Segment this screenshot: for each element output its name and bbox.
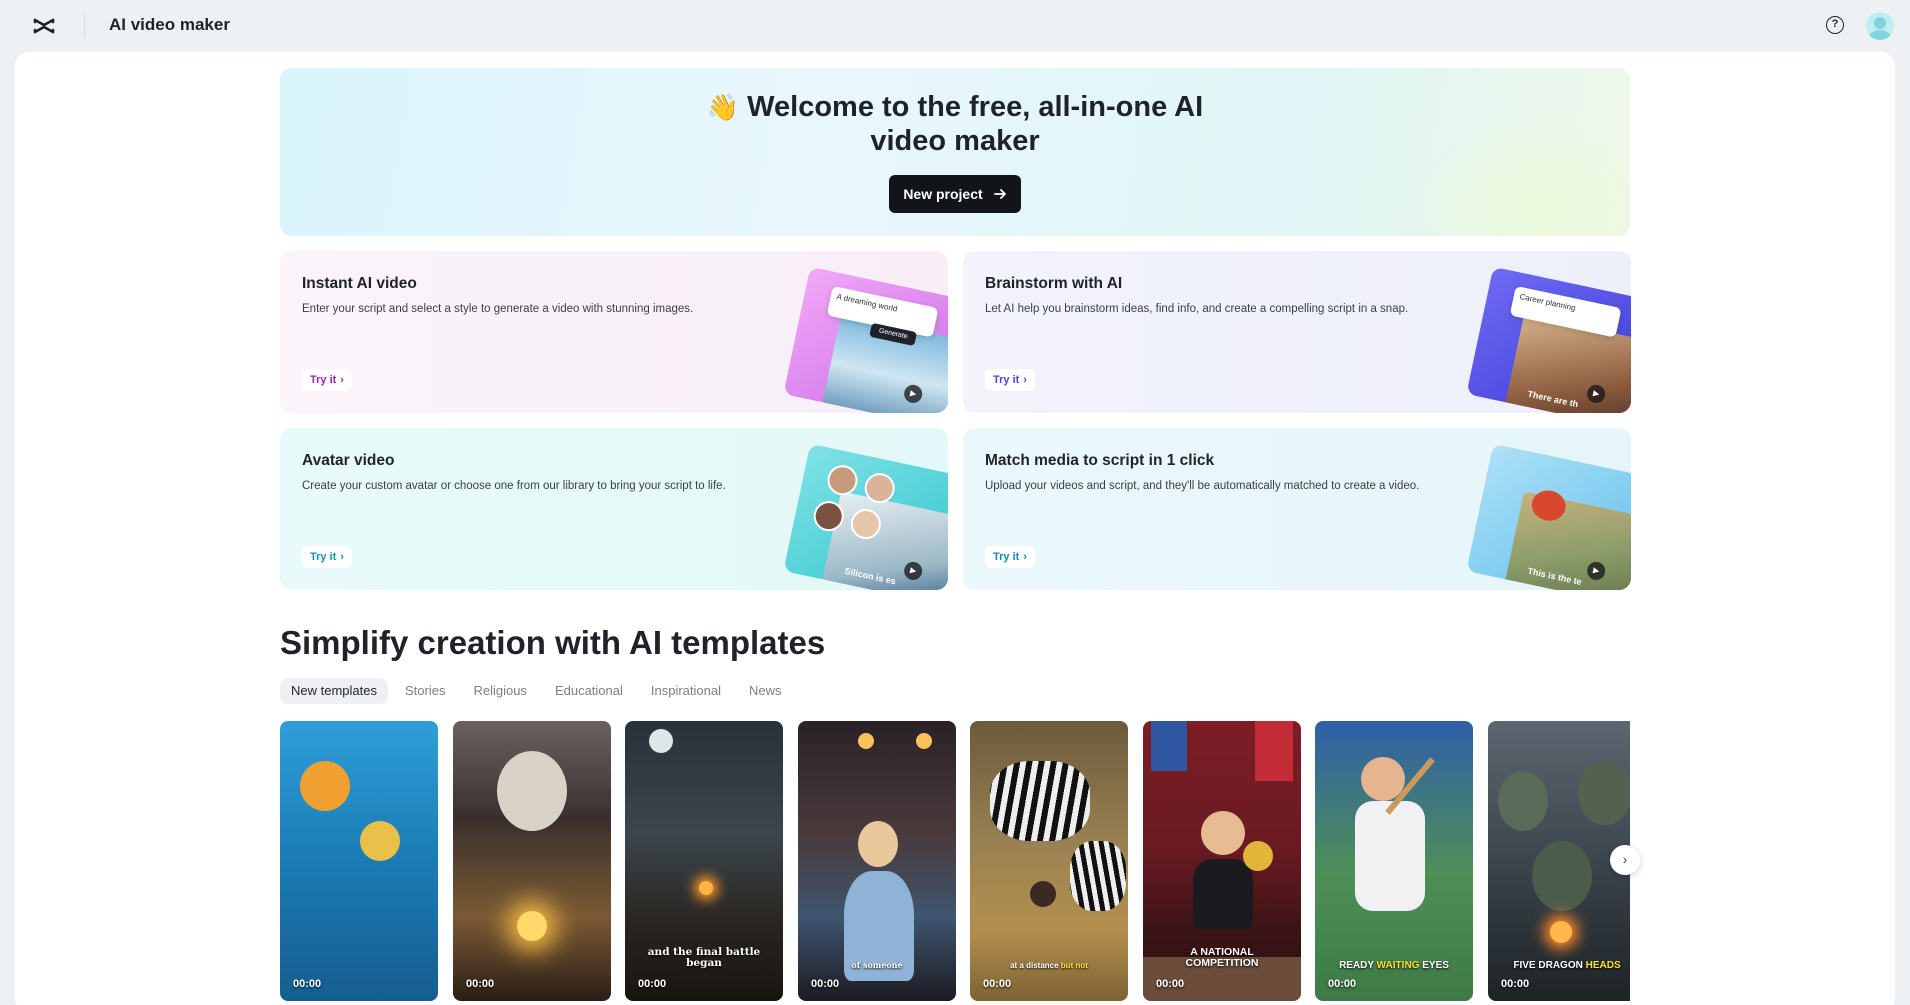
chevron-right-icon: › xyxy=(1622,851,1628,867)
templates-section-title: Simplify creation with AI templates xyxy=(280,624,826,661)
template-duration: 00:00 xyxy=(466,978,495,990)
feature-title: Avatar video xyxy=(302,452,395,469)
top-divider xyxy=(84,14,85,38)
template-carousel: 00:00 00:00 and the final battle began 0… xyxy=(280,721,1630,1005)
feature-card-instant-ai-video[interactable]: Instant AI video Enter your script and s… xyxy=(280,251,948,413)
feature-title: Match media to script in 1 click xyxy=(985,452,1215,469)
try-it-button[interactable]: Try it › xyxy=(302,369,352,391)
brainstorm-illustration: Career planning ▶ There are th xyxy=(1466,266,1631,413)
template-card[interactable]: and the final battle began 00:00 xyxy=(625,721,783,1001)
feature-card-avatar-video[interactable]: Avatar video Create your custom avatar o… xyxy=(280,428,948,590)
template-caption: at a distance but not xyxy=(1010,961,1088,970)
template-card[interactable]: A NATIONAL COMPETITION 00:00 xyxy=(1143,721,1301,1001)
template-card[interactable]: READY WAITING EYES 00:00 xyxy=(1315,721,1473,1001)
template-caption: A NATIONAL COMPETITION xyxy=(1185,946,1259,969)
template-caption: FIVE DRAGON HEADS xyxy=(1513,960,1621,971)
feature-description: Create your custom avatar or choose one … xyxy=(302,480,726,492)
tab-stories[interactable]: Stories xyxy=(394,678,456,704)
tab-news[interactable]: News xyxy=(738,678,793,704)
template-caption: and the final battle began xyxy=(647,946,761,969)
capcut-logo-icon[interactable] xyxy=(32,14,56,38)
avatar-face xyxy=(824,462,861,499)
template-tabs: New templates Stories Religious Educatio… xyxy=(280,678,793,704)
chevron-right-icon: › xyxy=(340,374,344,386)
template-duration: 00:00 xyxy=(1501,978,1530,990)
tab-educational[interactable]: Educational xyxy=(544,678,634,704)
instant-ai-video-illustration: A dreaming world Generate ▶ xyxy=(783,266,948,413)
feature-description: Enter your script and select a style to … xyxy=(302,303,694,315)
template-card[interactable]: 00:00 xyxy=(280,721,438,1001)
chevron-right-icon: › xyxy=(1023,374,1027,386)
template-caption: READY WAITING EYES xyxy=(1339,960,1449,971)
feature-title: Instant AI video xyxy=(302,275,417,292)
tab-new-templates[interactable]: New templates xyxy=(280,678,388,704)
user-avatar-icon[interactable] xyxy=(1866,12,1894,40)
template-card[interactable]: FIVE DRAGON HEADS 00:00 xyxy=(1488,721,1630,1001)
feature-title: Brainstorm with AI xyxy=(985,275,1123,292)
template-duration: 00:00 xyxy=(983,978,1012,990)
template-duration: 00:00 xyxy=(1156,978,1185,990)
template-card[interactable]: 00:00 xyxy=(453,721,611,1001)
top-bar: AI video maker ? xyxy=(0,0,1910,52)
tab-inspirational[interactable]: Inspirational xyxy=(640,678,732,704)
feature-description: Upload your videos and script, and they'… xyxy=(985,480,1420,492)
help-circle-icon[interactable]: ? xyxy=(1826,16,1844,34)
try-it-button[interactable]: Try it › xyxy=(985,369,1035,391)
template-duration: 00:00 xyxy=(293,978,322,990)
feature-card-match-media[interactable]: Match media to script in 1 click Upload … xyxy=(963,428,1631,590)
template-duration: 00:00 xyxy=(1328,978,1357,990)
match-media-illustration: ▶ This is the te xyxy=(1466,443,1631,590)
template-card[interactable]: at a distance but not 00:00 xyxy=(970,721,1128,1001)
carousel-next-button[interactable]: › xyxy=(1610,845,1640,875)
feature-card-brainstorm[interactable]: Brainstorm with AI Let AI help you brain… xyxy=(963,251,1631,413)
try-it-button[interactable]: Try it › xyxy=(302,546,352,568)
avatar-video-illustration: ▶ Silicon is es xyxy=(783,443,948,590)
new-project-button[interactable]: New project xyxy=(889,175,1021,213)
app-title: AI video maker xyxy=(109,15,230,34)
tab-religious[interactable]: Religious xyxy=(462,678,537,704)
arrow-right-icon xyxy=(993,189,1006,199)
chevron-right-icon: › xyxy=(340,551,344,563)
template-card[interactable]: of someone 00:00 xyxy=(798,721,956,1001)
template-duration: 00:00 xyxy=(811,978,840,990)
chevron-right-icon: › xyxy=(1023,551,1027,563)
try-it-button[interactable]: Try it › xyxy=(985,546,1035,568)
template-caption: of someone xyxy=(851,960,903,970)
welcome-banner: 👋 Welcome to the free, all-in-one AI vide… xyxy=(280,68,1630,236)
template-duration: 00:00 xyxy=(638,978,667,990)
feature-description: Let AI help you brainstorm ideas, find i… xyxy=(985,303,1409,315)
waving-hand-icon: 👋 xyxy=(706,92,740,122)
welcome-title: 👋 Welcome to the free, all-in-one AI vide… xyxy=(706,91,1204,157)
